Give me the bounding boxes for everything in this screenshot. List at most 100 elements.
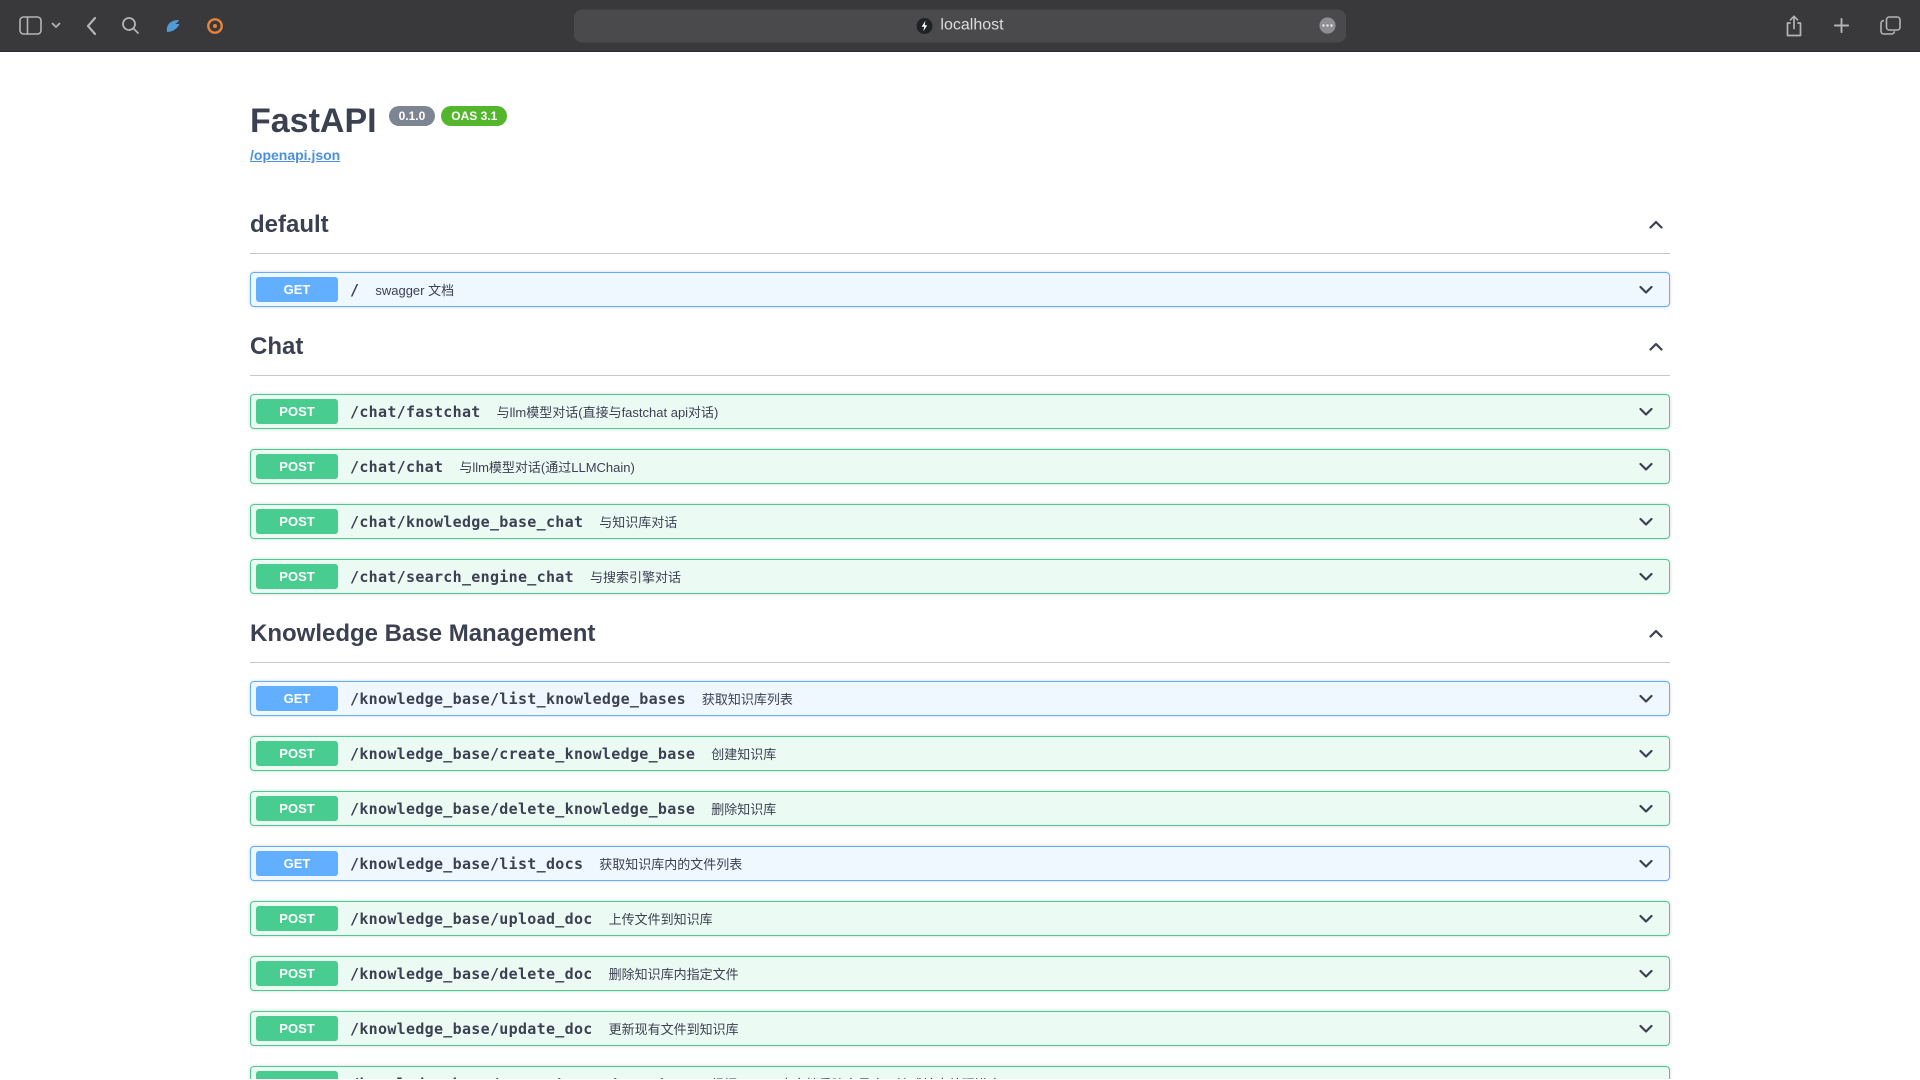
new-tab-icon[interactable] xyxy=(1830,14,1853,37)
operation-path: /knowledge_base/delete_knowledge_base xyxy=(350,800,695,818)
operation-description: 创建知识库 xyxy=(711,744,776,763)
operation-description: 与llm模型对话(直接与fastchat api对话) xyxy=(497,402,719,421)
operation-row[interactable]: POST /chat/fastchat 与llm模型对话(直接与fastchat… xyxy=(250,394,1670,429)
api-section: Chat POST /chat/fastchat 与llm模型对话(直接与fas… xyxy=(250,327,1670,594)
method-badge: POST xyxy=(256,741,338,766)
section-header[interactable]: default xyxy=(250,205,1670,254)
expand-icon[interactable] xyxy=(1628,909,1664,929)
method-badge: POST xyxy=(256,399,338,424)
oas-badge: OAS 3.1 xyxy=(441,106,507,126)
openapi-link[interactable]: /openapi.json xyxy=(250,147,340,163)
collapse-icon[interactable] xyxy=(1642,624,1670,644)
operation-description: 删除知识库 xyxy=(711,799,776,818)
operation-path: /knowledge_base/recreate_vector_store xyxy=(350,1075,695,1079)
operation-row[interactable]: POST /knowledge_base/update_doc 更新现有文件到知… xyxy=(250,1011,1670,1046)
operation-row[interactable]: POST /chat/knowledge_base_chat 与知识库对话 xyxy=(250,504,1670,539)
sidebar-toggle-icon[interactable] xyxy=(16,13,45,38)
method-badge: POST xyxy=(256,906,338,931)
operation-path: /knowledge_base/create_knowledge_base xyxy=(350,745,695,763)
operation-row[interactable]: GET /knowledge_base/list_knowledge_bases… xyxy=(250,681,1670,716)
operation-path: /chat/search_engine_chat xyxy=(350,568,574,586)
page-title: FastAPI xyxy=(250,102,377,141)
expand-icon[interactable] xyxy=(1628,744,1664,764)
method-badge: POST xyxy=(256,1071,338,1079)
expand-icon[interactable] xyxy=(1628,1074,1664,1079)
operation-description: 上传文件到知识库 xyxy=(609,909,713,928)
operation-row[interactable]: POST /chat/chat 与llm模型对话(通过LLMChain) xyxy=(250,449,1670,484)
operation-description: 与搜索引擎对话 xyxy=(590,567,681,586)
expand-icon[interactable] xyxy=(1628,964,1664,984)
swagger-page: FastAPI 0.1.0 OAS 3.1 /openapi.json defa… xyxy=(0,52,1920,1079)
operation-path: /knowledge_base/list_knowledge_bases xyxy=(350,690,686,708)
section-title: Knowledge Base Management xyxy=(250,620,595,648)
url-field[interactable]: localhost xyxy=(574,9,1346,42)
section-title: default xyxy=(250,211,329,239)
collapse-icon[interactable] xyxy=(1642,337,1670,357)
sections: default GET / swagger 文档 Chat xyxy=(250,205,1670,1079)
api-info: FastAPI 0.1.0 OAS 3.1 /openapi.json xyxy=(250,102,1670,165)
method-badge: POST xyxy=(256,1016,338,1041)
method-badge: POST xyxy=(256,454,338,479)
section-header[interactable]: Knowledge Base Management xyxy=(250,614,1670,663)
operation-path: /knowledge_base/update_doc xyxy=(350,1020,593,1038)
operation-row[interactable]: GET /knowledge_base/list_docs 获取知识库内的文件列… xyxy=(250,846,1670,881)
method-badge: GET xyxy=(256,686,338,711)
expand-icon[interactable] xyxy=(1628,402,1664,422)
version-badge: 0.1.0 xyxy=(389,106,436,126)
expand-icon[interactable] xyxy=(1628,799,1664,819)
extension-orange-icon[interactable] xyxy=(203,14,227,38)
operation-path: /chat/fastchat xyxy=(350,403,481,421)
expand-icon[interactable] xyxy=(1628,1019,1664,1039)
operation-row[interactable]: GET / swagger 文档 xyxy=(250,272,1670,307)
operation-list: GET /knowledge_base/list_knowledge_bases… xyxy=(250,681,1670,1079)
expand-icon[interactable] xyxy=(1628,567,1664,587)
operation-row[interactable]: POST /knowledge_base/upload_doc 上传文件到知识库 xyxy=(250,901,1670,936)
operation-path: / xyxy=(350,281,359,299)
api-section: default GET / swagger 文档 xyxy=(250,205,1670,307)
operation-path: /chat/chat xyxy=(350,458,443,476)
operation-path: /knowledge_base/upload_doc xyxy=(350,910,593,928)
search-icon[interactable] xyxy=(118,13,143,38)
page-menu-icon[interactable] xyxy=(1318,16,1337,35)
method-badge: GET xyxy=(256,851,338,876)
url-text: localhost xyxy=(940,17,1003,35)
section-header[interactable]: Chat xyxy=(250,327,1670,376)
operation-row[interactable]: POST /knowledge_base/recreate_vector_sto… xyxy=(250,1066,1670,1079)
extension-blue-icon[interactable] xyxy=(161,14,185,38)
expand-icon[interactable] xyxy=(1628,689,1664,709)
browser-toolbar: localhost xyxy=(0,0,1920,52)
operation-path: /knowledge_base/list_docs xyxy=(350,855,583,873)
operation-row[interactable]: POST /knowledge_base/delete_doc 删除知识库内指定… xyxy=(250,956,1670,991)
operation-path: /chat/knowledge_base_chat xyxy=(350,513,583,531)
section-title: Chat xyxy=(250,333,303,361)
collapse-icon[interactable] xyxy=(1642,215,1670,235)
method-badge: POST xyxy=(256,796,338,821)
operation-row[interactable]: POST /chat/search_engine_chat 与搜索引擎对话 xyxy=(250,559,1670,594)
operation-description: 获取知识库列表 xyxy=(702,689,793,708)
back-icon[interactable] xyxy=(82,13,100,39)
expand-icon[interactable] xyxy=(1628,854,1664,874)
method-badge: POST xyxy=(256,961,338,986)
operation-description: 获取知识库内的文件列表 xyxy=(599,854,742,873)
operation-list: GET / swagger 文档 xyxy=(250,272,1670,307)
expand-icon[interactable] xyxy=(1628,512,1664,532)
tab-overview-icon[interactable] xyxy=(1877,13,1904,38)
method-badge: POST xyxy=(256,509,338,534)
operation-row[interactable]: POST /knowledge_base/delete_knowledge_ba… xyxy=(250,791,1670,826)
share-icon[interactable] xyxy=(1782,12,1806,40)
operation-list: POST /chat/fastchat 与llm模型对话(直接与fastchat… xyxy=(250,394,1670,594)
operation-description: 根据content中文档重建向量库，流式输出处理进度。 xyxy=(711,1074,1014,1079)
operation-path: /knowledge_base/delete_doc xyxy=(350,965,593,983)
operation-row[interactable]: POST /knowledge_base/create_knowledge_ba… xyxy=(250,736,1670,771)
operation-description: 更新现有文件到知识库 xyxy=(609,1019,739,1038)
operation-description: swagger 文档 xyxy=(375,280,454,299)
method-badge: POST xyxy=(256,564,338,589)
method-badge: GET xyxy=(256,277,338,302)
expand-icon[interactable] xyxy=(1628,280,1664,300)
expand-icon[interactable] xyxy=(1628,457,1664,477)
sidebar-chevron-icon[interactable] xyxy=(48,19,64,32)
operation-description: 删除知识库内指定文件 xyxy=(609,964,739,983)
api-section: Knowledge Base Management GET /knowledge… xyxy=(250,614,1670,1079)
site-favicon xyxy=(916,17,933,34)
operation-description: 与llm模型对话(通过LLMChain) xyxy=(459,457,635,476)
